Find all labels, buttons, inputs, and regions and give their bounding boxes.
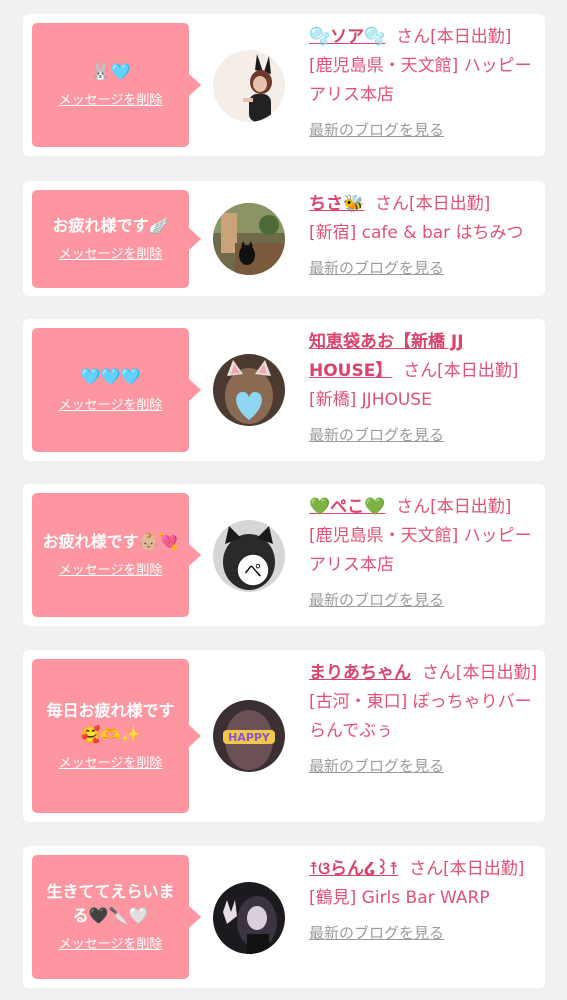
blog-link[interactable]: 最新のブログを見る [309, 921, 444, 945]
svg-text:HAPPY: HAPPY [228, 731, 271, 744]
message-bubble: 生きててえらいまる🖤🔪🤍 メッセージを削除 [32, 855, 201, 979]
cast-info: ちさ🐝 さん[本日出勤] [新宿] cafe & bar はちみつ 最新のブログ… [309, 190, 541, 283]
cast-info: 💚ぺこ💚 さん[本日出勤] [鹿児島県・天文館] ハッピーアリス本店 最新のブロ… [309, 493, 541, 615]
cast-header: 知恵袋あお【新橋 JJ HOUSE】 さん[本日出勤] [309, 328, 541, 386]
message-text: 生きててえらいまる🖤🔪🤍 [46, 882, 175, 925]
delete-message-link[interactable]: メッセージを削除 [59, 562, 163, 580]
delete-message-link[interactable]: メッセージを削除 [59, 246, 163, 264]
attendance-status: さん[本日出勤] [403, 361, 519, 381]
message-card: お疲れ様です👶🏼💘 メッセージを削除 ぺ 💚ぺこ💚 さん[本日出勤] [鹿児島県… [23, 484, 545, 626]
message-card: 🩵🩵🩵 メッセージを削除 知恵袋あお【新橋 JJ HOUSE】 さん[本日出勤]… [23, 319, 545, 461]
blog-link[interactable]: 最新のブログを見る [309, 754, 444, 778]
shop-name: [鹿児島県・天文館] ハッピーアリス本店 [309, 526, 532, 575]
cast-name-link[interactable]: 🫧ソア🫧 [309, 27, 385, 47]
happy-text-photo-icon: HAPPY [213, 700, 285, 772]
message-text: 🩵🩵🩵 [80, 367, 141, 386]
blog-link[interactable]: 最新のブログを見る [309, 118, 444, 142]
message-bubble: お疲れ様です👶🏼💘 メッセージを削除 [32, 493, 201, 617]
avatar[interactable] [213, 203, 285, 275]
cast-info: 知恵袋あお【新橋 JJ HOUSE】 さん[本日出勤] [新橋] JJHOUSE… [309, 328, 541, 450]
cast-info: 🫧ソア🫧 さん[本日出勤] [鹿児島県・天文館] ハッピーアリス本店 最新のブロ… [309, 23, 541, 145]
bunny-ears-photo-icon [213, 50, 285, 122]
shop-name: [新宿] cafe & bar はちみつ [309, 223, 524, 243]
cast-name-link[interactable]: まりあちゃん [309, 663, 411, 683]
avatar[interactable]: ぺ [213, 520, 285, 592]
cast-name-link[interactable]: ちさ🐝 [309, 194, 364, 214]
message-bubble: お疲れ様です🪽 メッセージを削除 [32, 190, 201, 288]
attendance-status: さん[本日出勤] [421, 663, 538, 683]
message-card: 🐰🩵 メッセージを削除 🫧ソア🫧 さん[本日出勤] [鹿児島県・天文館] ハッピ… [23, 14, 545, 156]
delete-message-link[interactable]: メッセージを削除 [59, 92, 163, 110]
avatar[interactable]: HAPPY [213, 700, 285, 772]
message-bubble: 毎日お疲れ様です🥰🫶✨ メッセージを削除 [32, 659, 201, 813]
message-list: 🐰🩵 メッセージを削除 🫧ソア🫧 さん[本日出勤] [鹿児島県・天文館] ハッピ… [0, 0, 567, 1000]
shop-name: [新橋] JJHOUSE [309, 390, 432, 410]
attendance-status: さん[本日出勤] [374, 194, 491, 214]
cat-ears-pe-photo-icon: ぺ [213, 520, 285, 592]
message-bubble: 🩵🩵🩵 メッセージを削除 [32, 328, 201, 452]
blog-link[interactable]: 最新のブログを見る [309, 588, 444, 612]
delete-message-link[interactable]: メッセージを削除 [59, 936, 163, 954]
delete-message-link[interactable]: メッセージを削除 [59, 755, 163, 773]
peace-sign-photo-icon [213, 882, 285, 954]
avatar[interactable] [213, 354, 285, 426]
svg-text:ぺ: ぺ [244, 561, 262, 582]
cat-on-wall-photo-icon [213, 203, 285, 275]
blog-link[interactable]: 最新のブログを見る [309, 256, 444, 280]
shop-name: [古河・東口] ぽっちゃりバー らんでぶぅ [309, 692, 532, 741]
cast-info: ☨ଓらん໒꒱☨ さん[本日出勤] [鶴見] Girls Bar WARP 最新の… [309, 855, 541, 948]
delete-message-link[interactable]: メッセージを削除 [59, 397, 163, 415]
avatar[interactable] [213, 882, 285, 954]
message-bubble: 🐰🩵 メッセージを削除 [32, 23, 201, 147]
avatar[interactable] [213, 50, 285, 122]
attendance-status: さん[本日出勤] [409, 859, 525, 879]
message-text: 🐰🩵 [90, 62, 131, 81]
cast-header: ちさ🐝 さん[本日出勤] [309, 190, 541, 219]
message-card: 生きててえらいまる🖤🔪🤍 メッセージを削除 ☨ଓらん໒꒱☨ さん[本日出勤] [… [23, 846, 545, 988]
cast-header: 💚ぺこ💚 さん[本日出勤] [309, 493, 541, 522]
cat-ears-heart-photo-icon [213, 354, 285, 426]
shop-name: [鹿児島県・天文館] ハッピーアリス本店 [309, 56, 532, 105]
cast-name-link[interactable]: ☨ଓらん໒꒱☨ [309, 859, 398, 879]
cast-info: まりあちゃん さん[本日出勤] [古河・東口] ぽっちゃりバー らんでぶぅ 最新… [309, 659, 541, 781]
cast-name-link[interactable]: 💚ぺこ💚 [309, 497, 385, 517]
message-card: お疲れ様です🪽 メッセージを削除 ちさ🐝 さん[本日出勤] [新宿] cafe … [23, 181, 545, 296]
cast-header: まりあちゃん さん[本日出勤] [309, 659, 541, 688]
message-text: お疲れ様です👶🏼💘 [42, 532, 179, 551]
attendance-status: さん[本日出勤] [396, 27, 512, 47]
attendance-status: さん[本日出勤] [396, 497, 512, 517]
cast-header: ☨ଓらん໒꒱☨ さん[本日出勤] [309, 855, 541, 884]
message-text: お疲れ様です🪽 [52, 216, 169, 235]
message-card: 毎日お疲れ様です🥰🫶✨ メッセージを削除 HAPPY まりあちゃん さん[本日出… [23, 650, 545, 822]
blog-link[interactable]: 最新のブログを見る [309, 423, 444, 447]
message-text: 毎日お疲れ様です🥰🫶✨ [46, 701, 175, 744]
cast-header: 🫧ソア🫧 さん[本日出勤] [309, 23, 541, 52]
shop-name: [鶴見] Girls Bar WARP [309, 888, 490, 908]
